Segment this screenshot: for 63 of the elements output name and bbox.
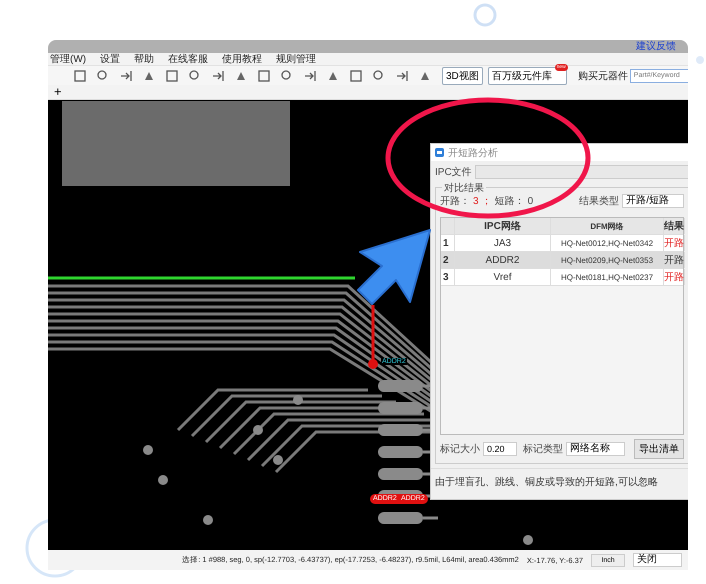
add-tab-button[interactable]: +: [48, 86, 62, 98]
ipc-file-label: IPC文件: [435, 166, 472, 179]
menu-item[interactable]: 规则管理: [276, 52, 316, 66]
mark-type-select[interactable]: 网络名称: [566, 442, 625, 456]
tool-icon[interactable]: [373, 70, 385, 82]
tool-icon[interactable]: [350, 70, 362, 82]
row-index: 2: [441, 252, 455, 268]
table-cell: 开路: [664, 235, 685, 251]
table-cell: HQ-Net0012,HQ-Net0342: [551, 235, 664, 251]
menu-item[interactable]: 管理(W): [50, 52, 86, 66]
view-3d-button[interactable]: 3D视图: [442, 66, 483, 84]
mark-size-label: 标记大小: [440, 442, 480, 456]
tool-icon[interactable]: [235, 70, 247, 82]
tool-icon[interactable]: [327, 70, 339, 82]
ipc-file-field[interactable]: [474, 165, 688, 179]
row-index: 1: [441, 235, 455, 251]
table-cell: JA3: [455, 235, 551, 251]
tool-icon[interactable]: [396, 70, 408, 82]
tool-icon[interactable]: [120, 70, 132, 82]
tool-icon[interactable]: [281, 70, 293, 82]
result-type-select[interactable]: 开路/短路: [622, 194, 684, 208]
table-cell: 开路: [664, 269, 685, 285]
mode-select[interactable]: 关闭: [633, 553, 682, 567]
mark-type-label: 标记类型: [523, 442, 563, 456]
tool-icon[interactable]: [74, 70, 86, 82]
tool-icon[interactable]: [304, 70, 316, 82]
tool-icon[interactable]: [143, 70, 155, 82]
table-cell: HQ-Net0209,HQ-Net0353: [551, 252, 664, 268]
column-header[interactable]: 结果: [664, 218, 685, 234]
tool-icon[interactable]: [189, 70, 201, 82]
menu-item[interactable]: 帮助: [134, 52, 154, 66]
open-label: 开路：: [440, 195, 470, 208]
short-count: 0: [528, 196, 534, 206]
table-row[interactable]: 3 Vref HQ-Net0181,HQ-Net0237 开路: [441, 269, 683, 286]
column-header[interactable]: IPC网络: [455, 218, 551, 234]
group-title: 对比结果: [442, 181, 486, 195]
tool-icon[interactable]: [258, 70, 270, 82]
short-label: 短路：: [494, 195, 525, 208]
table-cell: HQ-Net0181,HQ-Net0237: [551, 269, 664, 285]
table-cell: 开路: [664, 252, 685, 268]
menu-item[interactable]: 使用教程: [222, 52, 262, 66]
tool-icon[interactable]: [419, 70, 431, 82]
export-button[interactable]: 导出清单: [634, 439, 684, 459]
note-text: 由于埋盲孔、跳线、铜皮或导致的开短路,可以忽略: [431, 468, 688, 499]
column-header[interactable]: DFM网络: [551, 218, 664, 234]
table-row[interactable]: 1 JA3 HQ-Net0012,HQ-Net0342 开路: [441, 235, 683, 252]
app-icon: [435, 148, 444, 157]
tool-icon[interactable]: [212, 70, 224, 82]
result-type-label: 结果类型: [579, 194, 620, 208]
table-cell: Vref: [455, 269, 551, 285]
separator: ；: [482, 195, 492, 208]
mark-size-spinbox[interactable]: 0.20: [483, 442, 517, 456]
purchase-label: 购买元器件: [578, 70, 628, 82]
table-row[interactable]: 2 ADDR2 HQ-Net0209,HQ-Net0353 开路: [441, 252, 683, 269]
tool-icon[interactable]: [166, 70, 178, 82]
menu-item[interactable]: 设置: [100, 52, 120, 66]
table-cell: ADDR2: [455, 252, 551, 268]
dialog-title: 开短路分析: [448, 146, 498, 160]
row-index: 3: [441, 269, 455, 285]
feedback-link[interactable]: 建议反馈: [636, 40, 676, 53]
menu-item[interactable]: 在线客服: [168, 52, 208, 66]
tool-icon[interactable]: [97, 70, 109, 82]
open-count: 3: [473, 196, 479, 206]
